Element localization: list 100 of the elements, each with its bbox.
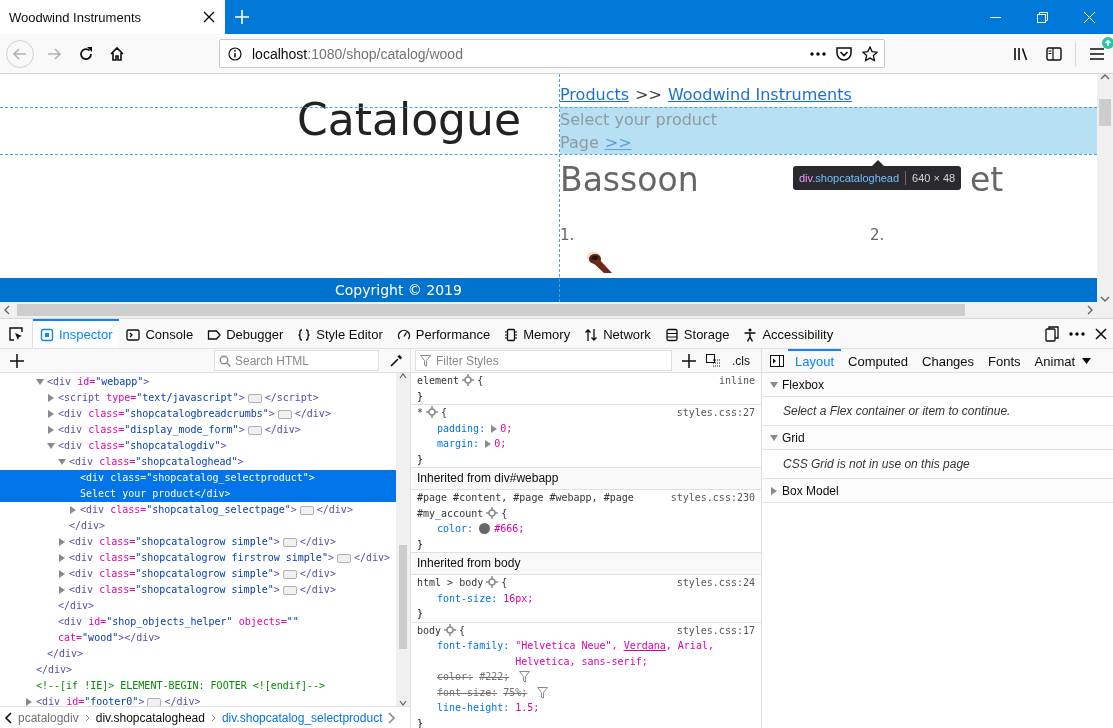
markup-tag[interactable]: <div class="shopcatalog_selectpage"> (80, 502, 297, 518)
down-caret-icon[interactable] (399, 700, 407, 706)
close-icon[interactable] (1095, 327, 1107, 340)
horizontal-scrollbar[interactable] (0, 302, 1113, 318)
property-value[interactable]: 0; (494, 436, 507, 452)
property-name[interactable]: font-size: (437, 590, 498, 606)
classes-icon[interactable] (706, 353, 722, 368)
triangle-icon[interactable] (36, 378, 47, 386)
filter-field[interactable]: Filter Styles (415, 350, 672, 371)
property-value[interactable]: 1.5; (515, 700, 540, 716)
reload-icon[interactable] (78, 45, 94, 62)
property-value[interactable]: #222; (479, 669, 510, 685)
markup-tag[interactable]: <div class="shopcatalogdiv"> (58, 438, 227, 454)
search-field[interactable]: Search HTML (214, 350, 379, 371)
more-dots-icon[interactable] (810, 51, 826, 56)
restore-icon[interactable] (1037, 11, 1048, 23)
markup-tag[interactable]: <script type="text/javascript"> (58, 390, 245, 406)
breadcrumb-item[interactable]: div.shopcataloghead (95, 711, 205, 725)
scroll-thumb[interactable] (399, 545, 407, 649)
pocket-icon[interactable] (836, 46, 852, 61)
breadcrumb-link[interactable]: Products (560, 84, 630, 106)
filter-icon[interactable] (537, 686, 549, 699)
sidebar-tab[interactable]: Fonts (981, 349, 1028, 372)
down-caret-icon[interactable] (1100, 296, 1110, 302)
star-icon[interactable] (862, 45, 878, 62)
markup-tag[interactable]: <div id="webapp"> (47, 374, 150, 390)
sidebar-toggle-icon[interactable] (770, 354, 784, 367)
sidebar-tab[interactable]: Animat (1027, 349, 1083, 372)
scroll-thumb[interactable] (1099, 99, 1111, 126)
gear-icon[interactable] (444, 623, 457, 636)
more-dots-icon[interactable] (1069, 331, 1085, 336)
dock-icon[interactable] (1045, 325, 1059, 342)
markup-tag[interactable]: <div class="shopcatalogbreadcrumbs"> (58, 406, 275, 422)
property-value[interactable]: "Helvetica Neue", Verdana, Arial, Helvetica, sans-serif; (515, 638, 755, 669)
markup-node[interactable]: <div id="shop_objects_helper" objects="" cat="wood"></div> (0, 614, 396, 646)
ellipsis-badge[interactable] (277, 409, 292, 419)
property-name[interactable]: font-size: (437, 684, 498, 700)
source-link[interactable]: styles.css:24 (676, 575, 755, 591)
devtools-tab[interactable]: Debugger (200, 319, 291, 348)
devtools-tab[interactable]: Performance (389, 319, 498, 348)
property-name[interactable]: margin: (437, 436, 480, 452)
markup-tag[interactable]: <div class="display_mode_form"> (58, 422, 245, 438)
devtools-tab[interactable]: Accessibility (736, 319, 841, 348)
address-field[interactable]: localhost:1080/shop/catalog/wood (219, 39, 885, 68)
info-icon[interactable] (228, 46, 242, 61)
markup-tag[interactable]: <div class="shopcatalogrow simple"> (69, 566, 280, 582)
ellipsis-badge[interactable] (336, 553, 351, 563)
ellipsis-badge[interactable] (247, 393, 262, 403)
source-link[interactable]: styles.css:17 (676, 622, 755, 638)
menu-icon[interactable] (1090, 47, 1104, 60)
property-name[interactable]: color: (437, 521, 474, 537)
browser-tab[interactable]: Woodwind Instruments (0, 0, 225, 34)
left-chevron-icon[interactable] (4, 712, 12, 724)
ellipsis-badge[interactable] (282, 537, 297, 547)
devtools-tab[interactable]: Inspector (33, 319, 120, 348)
sidebar-tab[interactable]: Computed (841, 349, 916, 372)
up-caret-icon[interactable] (399, 373, 407, 379)
sidebar-tab[interactable]: Changes (915, 349, 982, 372)
property-value[interactable]: #666; (494, 521, 525, 537)
triangle-icon[interactable] (58, 458, 69, 466)
color-swatch[interactable] (479, 523, 491, 534)
markup-comment[interactable]: <!--[if !IE]> ELEMENT-BEGIN: FOOTER <![endif]--> (0, 678, 396, 694)
devtools-tab[interactable]: Console (119, 319, 201, 348)
sidebar-icon[interactable] (1046, 46, 1062, 61)
plus-icon[interactable] (10, 353, 24, 368)
up-caret-icon[interactable] (1100, 74, 1110, 80)
gear-icon[interactable] (426, 406, 439, 418)
ellipsis-badge[interactable] (282, 569, 297, 579)
triangle-icon[interactable] (770, 380, 778, 389)
property-name[interactable]: color: (437, 669, 474, 685)
source-link[interactable]: styles.css:230 (670, 490, 755, 506)
breadcrumb-item[interactable]: div.shopcatalog_selectproduct (221, 711, 383, 725)
triangle-icon[interactable] (770, 486, 778, 495)
right-arrow-icon[interactable] (46, 45, 62, 62)
source-link[interactable]: inline (718, 373, 755, 389)
ellipsis-badge[interactable] (299, 505, 314, 515)
markup-scrollbar[interactable] (396, 373, 410, 706)
property-name[interactable]: line-height: (437, 700, 510, 716)
devtools-tab[interactable]: Memory (497, 319, 578, 348)
triangle-icon[interactable] (770, 433, 778, 442)
ellipsis-badge[interactable] (247, 425, 262, 435)
markup-tag[interactable]: <div class="shopcatalogrow simple"> (69, 534, 280, 550)
breadcrumb-item[interactable]: pcatalogdiv (18, 711, 79, 725)
pointer-frame-icon[interactable] (8, 325, 24, 342)
gear-icon[interactable] (486, 576, 499, 588)
source-link[interactable]: styles.css:27 (676, 405, 755, 421)
devtools-tab[interactable]: Storage (657, 319, 737, 348)
scroll-thumb[interactable] (17, 304, 965, 316)
filter-icon[interactable] (519, 671, 531, 683)
triangle-icon[interactable] (47, 442, 58, 450)
property-value[interactable]: 75%; (503, 684, 528, 700)
markup-tag[interactable]: <div id="footer0"> (36, 694, 145, 706)
ellipsis-badge[interactable] (147, 697, 162, 706)
gear-icon[interactable] (486, 506, 499, 519)
plus-icon[interactable] (682, 353, 696, 368)
devtools-tab[interactable]: Style Editor (290, 319, 390, 348)
breadcrumb-link[interactable]: Woodwind Instruments (667, 84, 852, 106)
property-value[interactable]: 0; (500, 420, 513, 436)
close-icon[interactable] (203, 11, 215, 23)
home-icon[interactable] (109, 45, 125, 62)
